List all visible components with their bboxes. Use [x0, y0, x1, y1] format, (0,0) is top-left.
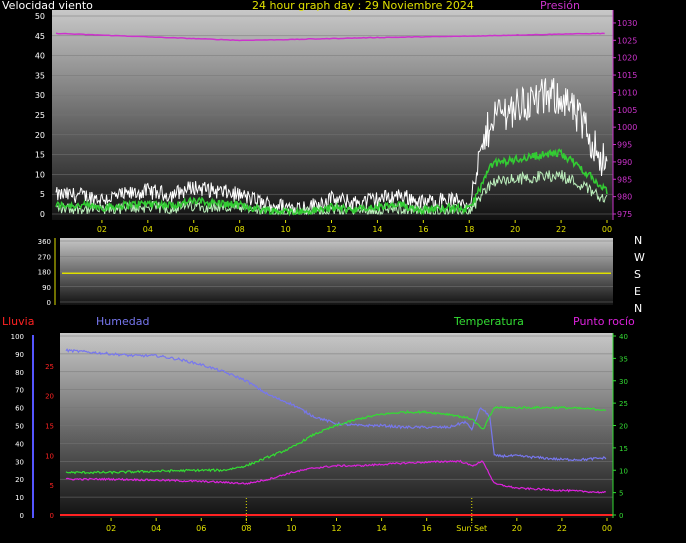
pressure-tick-label: 1000: [617, 123, 637, 132]
temperature-tick-label: 30: [619, 378, 628, 386]
hour-tick-label: 04: [143, 225, 153, 234]
hour-tick-label: 12: [331, 524, 341, 533]
temperature-tick-label: 20: [619, 423, 628, 431]
humidity-tick-label: 10: [15, 494, 24, 502]
hour-tick-label: 04: [151, 524, 161, 533]
rain-tick-label: 15: [45, 423, 54, 431]
temperature-tick-label: 35: [619, 355, 628, 363]
wind-axis-label: Velocidad viento: [2, 0, 93, 12]
direction-tick-label: 90: [42, 284, 51, 292]
direction-tick-label: 180: [38, 269, 51, 277]
pressure-axis-label: Presión: [540, 0, 580, 12]
direction-tick-label: 0: [47, 299, 51, 307]
humidity-tick-label: 90: [15, 351, 24, 359]
direction-tick-label: 360: [38, 238, 51, 246]
pressure-tick-label: 1005: [617, 106, 637, 115]
wind-tick-label: 35: [35, 71, 45, 80]
hour-tick-label: 10: [286, 524, 296, 533]
humidity-tick-label: 100: [11, 333, 24, 341]
temperature-tick-label: 0: [619, 512, 623, 520]
wind-tick-label: 10: [35, 170, 45, 179]
direction-tick-label: 270: [38, 253, 51, 261]
direction-panel: 090180270360 NWSEN: [38, 234, 645, 315]
pressure-tick-label: 1025: [617, 36, 637, 45]
rain-label: Lluvia: [2, 315, 34, 328]
temperature-tick-label: 5: [619, 490, 623, 498]
temperature-tick-label: 25: [619, 400, 628, 408]
temperature-label: Temperatura: [453, 315, 524, 328]
wind-tick-label: 30: [35, 91, 45, 100]
compass-label: N: [634, 234, 642, 247]
pressure-tick-label: 990: [617, 158, 632, 167]
wind-tick-label: 45: [35, 32, 45, 41]
rain-tick-label: 20: [45, 393, 54, 401]
humidity-tick-label: 40: [15, 440, 24, 448]
rain-tick-label: 25: [45, 363, 54, 371]
temperature-tick-label: 15: [619, 445, 628, 453]
pressure-tick-label: 995: [617, 141, 632, 150]
hour-tick-label: 00: [602, 524, 612, 533]
rain-tick-label: 5: [50, 482, 54, 490]
humidity-tick-label: 60: [15, 405, 24, 413]
humidity-label: Humedad: [96, 315, 149, 328]
pressure-tick-label: 985: [617, 175, 632, 184]
wind-tick-label: 50: [35, 12, 45, 21]
hour-tick-label: 02: [106, 524, 116, 533]
pressure-tick-label: 975: [617, 210, 632, 219]
pressure-tick-label: 1030: [617, 19, 637, 28]
rain-tick-label: 10: [45, 452, 54, 460]
wind-tick-label: 25: [35, 111, 45, 120]
hour-tick-label: 02: [97, 225, 107, 234]
humidity-tick-label: 0: [20, 512, 24, 520]
compass-label: W: [634, 251, 645, 264]
pressure-tick-label: 1015: [617, 71, 637, 80]
hour-tick-label: 18: [464, 225, 474, 234]
hour-tick-label: 14: [376, 524, 386, 533]
rain-tick-label: 0: [50, 512, 54, 520]
pressure-tick-label: 980: [617, 193, 632, 202]
pressure-tick-label: 1020: [617, 54, 637, 63]
compass-labels: NWSEN: [634, 234, 645, 315]
hour-tick-label: 14: [372, 225, 382, 234]
hour-tick-label: 16: [422, 524, 432, 533]
compass-label: E: [634, 285, 641, 298]
compass-label: S: [634, 268, 641, 281]
wind-tick-label: 40: [35, 52, 45, 61]
temperature-tick-label: 10: [619, 467, 628, 475]
hour-tick-label: 20: [512, 524, 522, 533]
hour-tick-label: 10: [280, 225, 290, 234]
wind-y-ticks: 0 5 10 15 20 25 30 35 40 45 50: [35, 12, 45, 219]
wind-tick-label: 0: [40, 210, 45, 219]
dewpoint-label: Punto rocío: [573, 315, 635, 328]
hour-tick-label: 20: [510, 225, 520, 234]
wind-x-ticks: 02 04 06 08 10 12 14 16 18 20 22 00: [97, 220, 612, 234]
hour-tick-label: 12: [326, 225, 336, 234]
pressure-tick-label: 1010: [617, 88, 637, 97]
humidity-tick-label: 80: [15, 369, 24, 377]
hour-tick-label: 22: [557, 524, 567, 533]
pressure-y-ticks: 975 980 985 990 995 1000 1005 1010 1015 1020 1025 1…: [612, 10, 637, 220]
humidity-tick-label: 30: [15, 458, 24, 466]
hour-tick-label: 00: [602, 225, 612, 234]
wind-pressure-panel: 05101520253035404550 9759809859909951000…: [2, 0, 637, 234]
hour-tick-label: 06: [196, 524, 206, 533]
wind-tick-label: 5: [40, 190, 45, 199]
hour-tick-label: 06: [189, 225, 199, 234]
compass-label: N: [634, 302, 642, 315]
chart-title: 24 hour graph day : 29 Noviembre 2024: [252, 0, 474, 12]
humidity-tick-label: 50: [15, 423, 24, 431]
temperature-tick-label: 40: [619, 333, 628, 341]
humidity-tick-label: 70: [15, 387, 24, 395]
hour-tick-label: 16: [418, 225, 428, 234]
climate-panel: 0102030405060708090100051015202505101520…: [2, 315, 635, 533]
wind-tick-label: 20: [35, 131, 45, 140]
weather-chart: 05101520253035404550 9759809859909951000…: [2, 0, 645, 533]
hour-tick-label: 22: [556, 225, 566, 234]
hour-tick-label: 08: [235, 225, 245, 234]
wind-tick-label: 15: [35, 151, 45, 160]
direction-y-ticks: 0 90 180 270 360: [38, 238, 56, 307]
humidity-tick-label: 20: [15, 476, 24, 484]
